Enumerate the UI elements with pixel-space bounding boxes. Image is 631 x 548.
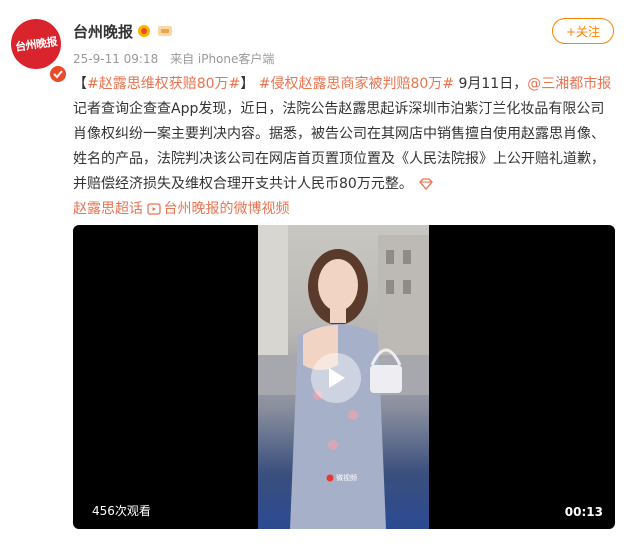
play-button[interactable] [311,353,361,403]
level-badge-icon [158,26,172,36]
member-badge-icon [138,25,150,37]
avatar[interactable]: 台州晚报 [11,19,68,84]
video-duration: 00:13 [564,505,603,519]
hashtag-link[interactable]: #侵权赵露思商家被判赔80万# [259,76,454,92]
avatar-logo-text: 台州晚报 [14,35,58,54]
video-link-icon [147,203,162,215]
video-player[interactable]: 微视频 456次观看 00:13 [73,225,615,529]
post-timestamp[interactable]: 25-9-11 09:18 [73,52,158,66]
post-body-text: 记者查询企查查App发现，近日，法院公告赵露思起诉深圳市泊紫汀兰化妆品有限公司肖… [73,101,605,192]
video-watermark-text: 微视频 [336,474,357,482]
date-text: 9月11日， [458,76,528,92]
video-link[interactable]: 台州晚报的微博视频 [163,201,289,217]
hashtag-link[interactable]: #赵露思维权获赔80万# [87,76,240,92]
supertopic-icon [418,178,433,190]
follow-button-label: +关注 [565,24,601,39]
video-views: 456次观看 [92,504,151,518]
post-source: 来自 iPhone客户端 [170,52,275,66]
play-icon [329,368,345,388]
verified-badge-icon [48,64,68,84]
video-watermark: 微视频 [326,473,357,483]
post-meta: 25-9-11 09:18 来自 iPhone客户端 [73,50,282,67]
topic-link[interactable]: 赵露思超话 [73,201,143,217]
post-body: 【#赵露思维权获赔80万#】 #侵权赵露思商家被判赔80万# 9月11日，@三湘… [73,76,612,217]
mention-link[interactable]: @三湘都市报 [527,76,611,92]
follow-button[interactable]: +关注 [552,18,614,44]
account-name[interactable]: 台州晚报 [73,21,133,42]
